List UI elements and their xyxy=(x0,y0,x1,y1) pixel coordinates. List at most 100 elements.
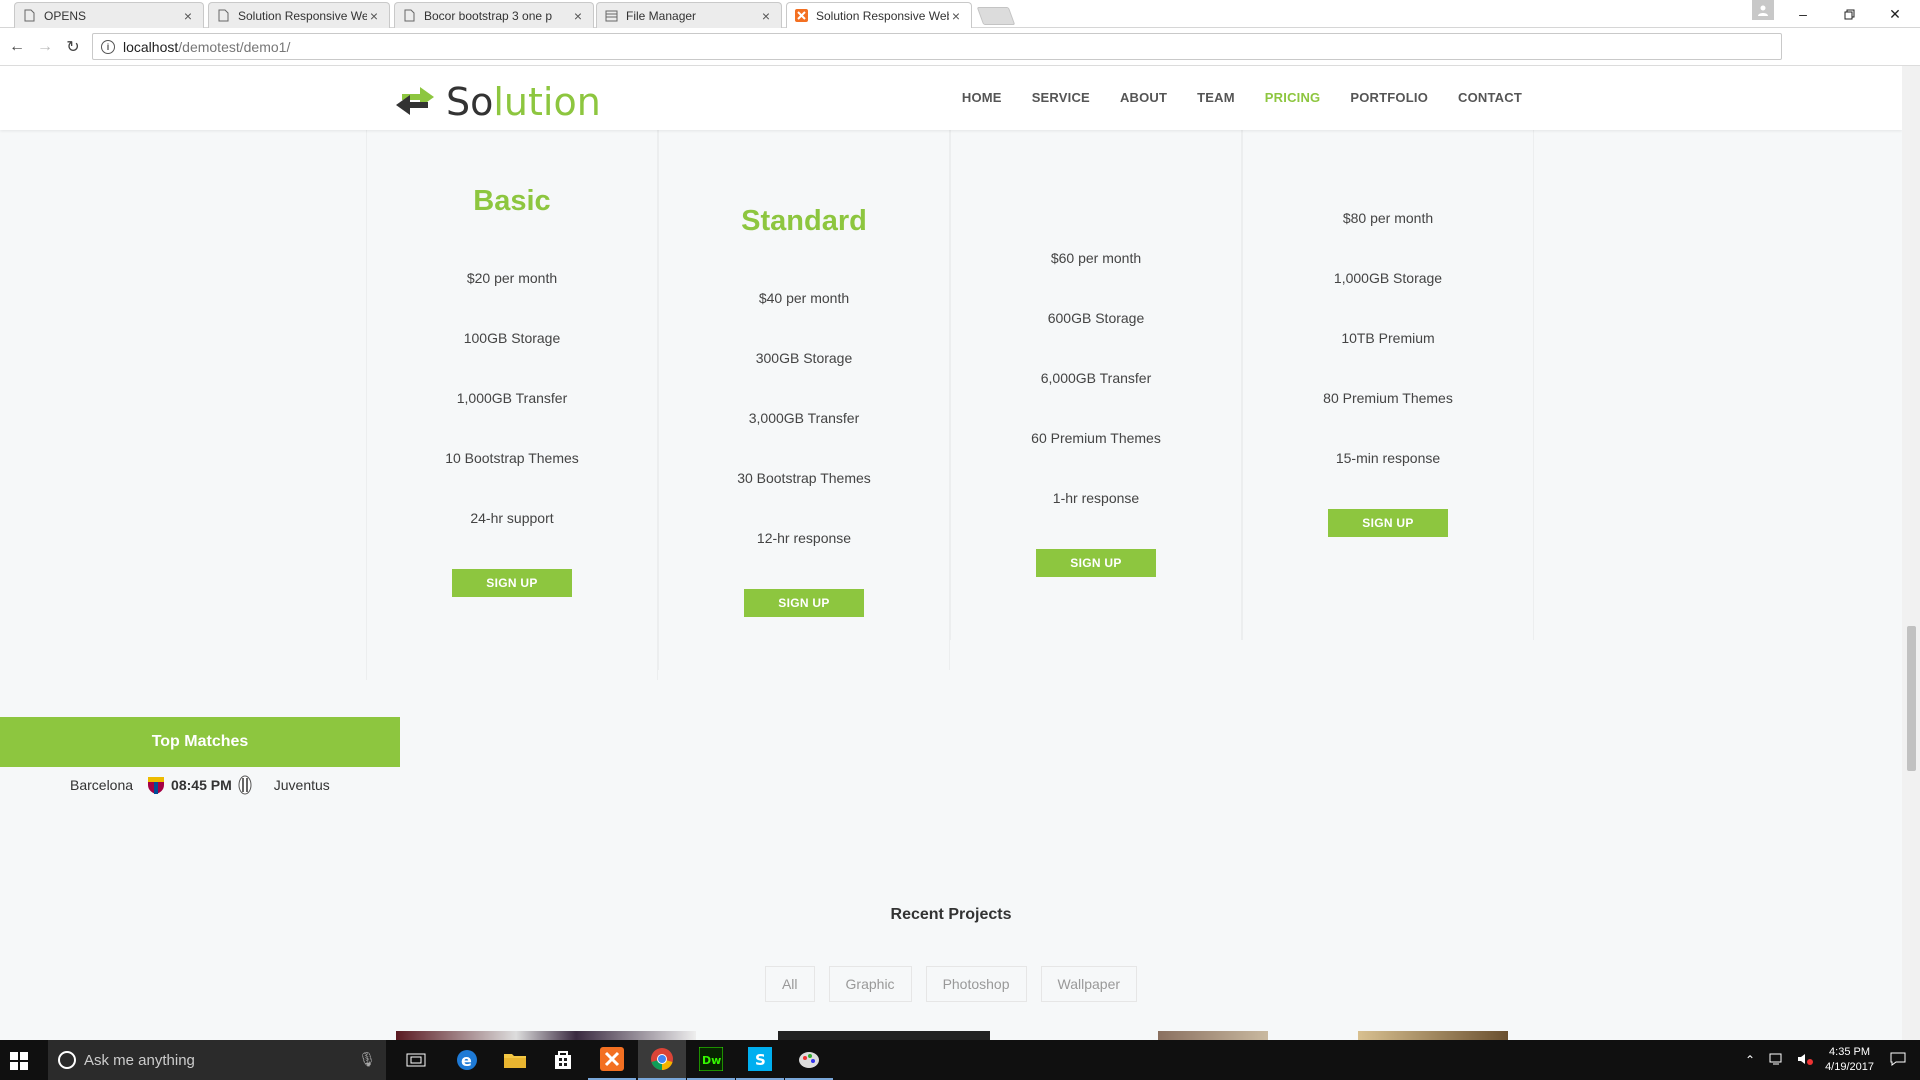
filter-photoshop[interactable]: Photoshop xyxy=(925,966,1027,1002)
tab-label: File Manager xyxy=(626,8,697,23)
url-host: localhost xyxy=(123,38,179,55)
barcelona-crest-icon xyxy=(147,775,165,795)
forward-icon[interactable]: → xyxy=(34,36,56,58)
close-icon[interactable]: × xyxy=(367,8,381,24)
filter-graphic[interactable]: Graphic xyxy=(828,966,912,1002)
svg-text:S: S xyxy=(755,1051,766,1069)
plan-feature: 30 Bootstrap Themes xyxy=(737,470,871,486)
clock-date: 4/19/2017 xyxy=(1825,1061,1874,1073)
away-team: Juventus xyxy=(273,777,330,793)
document-icon xyxy=(217,9,230,23)
search-placeholder: Ask me anything xyxy=(84,1051,195,1069)
nav-contact[interactable]: CONTACT xyxy=(1458,90,1522,105)
sign-up-button[interactable]: SIGN UP xyxy=(452,569,572,597)
address-bar: ← → ↻ i localhost/demotest/demo1/ ☆ ··· xyxy=(0,28,1920,83)
plan-feature: 100GB Storage xyxy=(463,330,561,346)
tab-label: OPENS xyxy=(44,8,87,23)
nav-team[interactable]: TEAM xyxy=(1197,90,1235,105)
pricing-plan-standard: Standard $40 per month 300GB Storage 3,0… xyxy=(658,130,950,670)
action-center-icon[interactable] xyxy=(1890,1052,1906,1069)
plan-feature: 12-hr response xyxy=(756,530,852,546)
nav-about[interactable]: ABOUT xyxy=(1120,90,1167,105)
microphone-icon[interactable]: 🎙 xyxy=(358,1051,376,1068)
info-icon[interactable]: i xyxy=(101,39,115,54)
svg-text:Dw: Dw xyxy=(702,1054,721,1067)
site-logo[interactable]: Solution xyxy=(394,80,601,124)
edge-icon[interactable]: e xyxy=(443,1040,491,1080)
plan-feature: 10TB Premium xyxy=(1341,330,1435,346)
nav-portfolio[interactable]: PORTFOLIO xyxy=(1350,90,1428,105)
volume-muted-icon[interactable] xyxy=(1797,1053,1814,1068)
sign-up-button[interactable]: SIGN UP xyxy=(1036,549,1156,577)
browser-tab[interactable]: File Manager × xyxy=(596,2,782,28)
back-icon[interactable]: ← xyxy=(6,36,28,58)
page-scrollbar[interactable] xyxy=(1902,66,1920,1040)
project-thumbnail[interactable] xyxy=(1158,1031,1268,1040)
plan-feature: 24-hr support xyxy=(470,510,554,526)
new-tab-button[interactable] xyxy=(976,7,1016,25)
pricing-plan-4: $80 per month 1,000GB Storage 10TB Premi… xyxy=(1242,130,1534,640)
close-icon[interactable]: × xyxy=(759,8,773,24)
sign-up-button[interactable]: SIGN UP xyxy=(1328,509,1448,537)
pricing-plan-basic: Basic $20 per month 100GB Storage 1,000G… xyxy=(366,130,658,680)
project-filters: All Graphic Photoshop Wallpaper xyxy=(0,966,1902,1002)
url-input[interactable]: i localhost/demotest/demo1/ xyxy=(92,33,1782,60)
nav-pricing[interactable]: PRICING xyxy=(1265,90,1321,105)
logo-text-prefix: So xyxy=(446,80,494,124)
project-thumbnail[interactable] xyxy=(778,1031,990,1040)
pricing-plan-3: $60 per month 600GB Storage 6,000GB Tran… xyxy=(950,130,1242,640)
scrollbar-thumb[interactable] xyxy=(1907,626,1916,771)
sign-up-button[interactable]: SIGN UP xyxy=(744,589,864,617)
windows-start-icon[interactable] xyxy=(10,1052,28,1070)
close-icon[interactable]: × xyxy=(949,8,963,24)
browser-tab[interactable]: Solution Responsive Web × xyxy=(208,2,390,28)
project-thumbnail[interactable] xyxy=(396,1031,696,1040)
network-icon[interactable] xyxy=(1769,1053,1785,1068)
match-row[interactable]: Barcelona 08:45 PM Juventus xyxy=(0,769,400,801)
browser-tab[interactable]: Bocor bootstrap 3 one p × xyxy=(394,2,594,28)
reload-icon[interactable]: ↻ xyxy=(62,36,84,58)
browser-tab-active[interactable]: Solution Responsive Web × xyxy=(786,2,972,28)
restore-icon[interactable] xyxy=(1826,0,1872,28)
juventus-crest-icon xyxy=(238,775,256,795)
cortana-icon xyxy=(58,1051,76,1069)
browser-tab[interactable]: OPENS × xyxy=(14,2,204,28)
document-icon xyxy=(403,9,416,23)
plan-feature: 1,000GB Storage xyxy=(1333,270,1443,286)
skype-icon[interactable]: S xyxy=(736,1040,784,1080)
close-window-icon[interactable]: ✕ xyxy=(1872,0,1918,28)
nav-home[interactable]: HOME xyxy=(962,90,1002,105)
system-tray: ⌃ 4:35 PM 4/19/2017 xyxy=(1737,1040,1920,1080)
profile-icon[interactable] xyxy=(1752,0,1774,20)
filter-all[interactable]: All xyxy=(764,966,815,1002)
close-icon[interactable]: × xyxy=(181,8,195,24)
chevron-up-icon[interactable]: ⌃ xyxy=(1745,1053,1755,1067)
taskbar-clock[interactable]: 4:35 PM 4/19/2017 xyxy=(1825,1045,1874,1075)
plan-title: Basic xyxy=(473,185,551,217)
minimize-icon[interactable]: – xyxy=(1780,0,1826,28)
plan-feature: 1-hr response xyxy=(1052,490,1140,506)
filter-wallpaper[interactable]: Wallpaper xyxy=(1040,966,1138,1002)
plan-feature: 3,000GB Transfer xyxy=(748,410,860,426)
store-icon[interactable] xyxy=(539,1040,587,1080)
recent-projects-title: Recent Projects xyxy=(890,906,1012,923)
clock-time: 4:35 PM xyxy=(1829,1046,1871,1058)
home-team: Barcelona xyxy=(70,777,134,793)
nav-service[interactable]: SERVICE xyxy=(1032,90,1090,105)
file-explorer-icon[interactable] xyxy=(491,1040,539,1080)
page-viewport: Solution HOME SERVICE ABOUT TEAM PRICING… xyxy=(0,66,1902,1040)
plan-title: Standard xyxy=(741,205,867,237)
plan-feature: $80 per month xyxy=(1342,210,1434,226)
svg-text:e: e xyxy=(461,1051,472,1070)
close-icon[interactable]: × xyxy=(571,8,585,24)
windows-taskbar: Ask me anything 🎙 e Dw S ⌃ 4:35 PM 4/19/… xyxy=(0,1040,1920,1080)
task-view-icon[interactable] xyxy=(392,1040,440,1080)
dreamweaver-icon[interactable]: Dw xyxy=(687,1040,735,1080)
xampp-icon[interactable] xyxy=(588,1040,636,1080)
paint-icon[interactable] xyxy=(785,1040,833,1080)
chrome-icon[interactable] xyxy=(638,1040,686,1080)
plan-feature: 6,000GB Transfer xyxy=(1040,370,1152,386)
cortana-search-input[interactable]: Ask me anything 🎙 xyxy=(48,1040,386,1080)
project-thumbnail[interactable] xyxy=(1358,1031,1508,1040)
file-manager-icon xyxy=(605,9,618,23)
